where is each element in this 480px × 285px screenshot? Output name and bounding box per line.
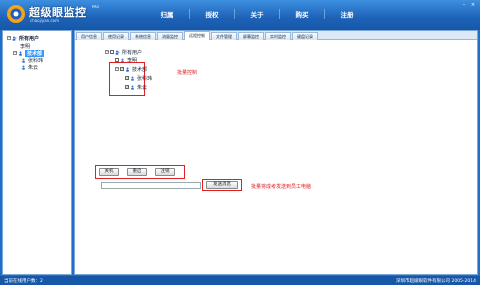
collapse-icon[interactable]: − xyxy=(7,36,11,40)
app-header: 超级眼监控 PRO chaojiyan.com 归属 授权 关于 购买 注册 –… xyxy=(0,0,480,30)
nav-item-buy[interactable]: 购买 xyxy=(287,9,317,19)
message-input[interactable] xyxy=(101,182,201,189)
user-icon xyxy=(22,65,25,70)
minimize-icon[interactable]: – xyxy=(460,2,468,8)
user-group-icon xyxy=(12,36,17,41)
batch-control-annotation: 批量控制 xyxy=(177,70,198,76)
top-nav: 归属 授权 关于 购买 注册 xyxy=(152,9,362,19)
checkbox-checked[interactable]: ✓ xyxy=(125,85,129,89)
status-bar: 当前在线用户数：2 深圳市超级眼软件有限公司 2005-2014 xyxy=(0,276,480,285)
tree-root[interactable]: − 所有用户 xyxy=(7,35,40,42)
online-user-count: 当前在线用户数：2 xyxy=(4,279,43,284)
collapse-icon[interactable]: − xyxy=(13,51,17,55)
send-message-button[interactable]: 发送消息 xyxy=(206,181,238,189)
tree-item-user[interactable]: 朱云 xyxy=(21,64,39,71)
user-group-icon xyxy=(115,50,120,55)
tab-screen-monitor[interactable]: 屏幕监控 xyxy=(238,32,264,40)
tab-system-info[interactable]: 系统信息 xyxy=(130,32,156,40)
tab-realtime-monitor[interactable]: 实时监控 xyxy=(265,32,291,40)
remote-tree-root-label: 所有用户 xyxy=(122,49,143,56)
user-icon xyxy=(131,85,134,90)
nav-item-belong[interactable]: 归属 xyxy=(152,9,182,19)
department-icon xyxy=(126,67,129,72)
app-logo-edition: PRO xyxy=(92,5,100,9)
nav-item-about[interactable]: 关于 xyxy=(242,9,272,19)
logout-button[interactable]: 注销 xyxy=(155,168,175,176)
shutdown-button[interactable]: 关机 xyxy=(99,168,119,176)
close-icon[interactable]: × xyxy=(469,2,477,8)
tab-bar: 用户信息 使用记录 系统信息 流量监控 远程控制 文件管理 屏幕监控 实时监控 … xyxy=(75,31,477,40)
tree-item-user[interactable]: 张科玮 xyxy=(21,57,44,64)
remote-tree-user[interactable]: ✓ 张科玮 xyxy=(125,75,153,82)
checkbox-checked[interactable]: ✓ xyxy=(120,67,124,71)
collapse-icon[interactable]: − xyxy=(115,67,119,71)
tree-item-label: 张科玮 xyxy=(28,57,44,64)
checkbox-checked[interactable]: ✓ xyxy=(125,76,129,80)
nav-item-authorize[interactable]: 授权 xyxy=(197,9,227,19)
nav-divider xyxy=(279,9,280,19)
tree-root-label: 所有用户 xyxy=(19,35,40,42)
tree-item-label: 朱云 xyxy=(28,64,39,71)
nav-divider xyxy=(234,9,235,19)
tab-file-manager[interactable]: 文件管理 xyxy=(211,32,237,40)
content-panel: 用户信息 使用记录 系统信息 流量监控 远程控制 文件管理 屏幕监控 实时监控 … xyxy=(74,30,478,275)
remote-tree-root[interactable]: − 所有用户 xyxy=(105,49,143,56)
remote-tree-item-label: 朱云 xyxy=(137,84,148,91)
user-icon xyxy=(22,58,25,63)
tree-item-label: 李明 xyxy=(20,43,31,50)
tab-keylogger[interactable]: 键盘记录 xyxy=(292,32,318,40)
app-logo-subtitle: chaojiyan.com xyxy=(30,18,60,23)
copyright-text: 深圳市超级眼软件有限公司 2005-2014 xyxy=(396,279,476,284)
tree-item-user[interactable]: 李明 xyxy=(13,43,31,50)
nav-divider xyxy=(324,9,325,19)
tab-remote-control[interactable]: 远程控制 xyxy=(184,31,210,40)
user-tree-panel: − 所有用户 李明 − 技术部 张科玮 朱云 xyxy=(2,30,72,275)
remote-tree-item-label: 张科玮 xyxy=(137,75,153,82)
tree-item-label: 技术部 xyxy=(25,49,45,57)
department-icon xyxy=(19,51,22,56)
checkbox[interactable] xyxy=(110,50,114,54)
remote-tree-department[interactable]: − ✓ 技术部 xyxy=(115,66,148,73)
send-file-annotation: 批量将成考发送到员工电脑 xyxy=(251,184,312,190)
user-icon xyxy=(131,76,134,81)
remote-tree-user[interactable]: ✓ 朱云 xyxy=(125,84,148,91)
tab-user-info[interactable]: 用户信息 xyxy=(76,32,102,40)
collapse-icon[interactable]: − xyxy=(105,50,109,54)
nav-divider xyxy=(189,9,190,19)
tab-usage-log[interactable]: 使用记录 xyxy=(103,32,129,40)
nav-item-register[interactable]: 注册 xyxy=(332,9,362,19)
tree-item-department[interactable]: − 技术部 xyxy=(13,49,45,57)
window-controls: – × xyxy=(459,2,477,8)
logo-icon xyxy=(7,5,25,23)
restart-button[interactable]: 重启 xyxy=(127,168,147,176)
tab-traffic-monitor[interactable]: 流量监控 xyxy=(157,32,183,40)
remote-tree-item-label: 技术部 xyxy=(132,66,148,73)
